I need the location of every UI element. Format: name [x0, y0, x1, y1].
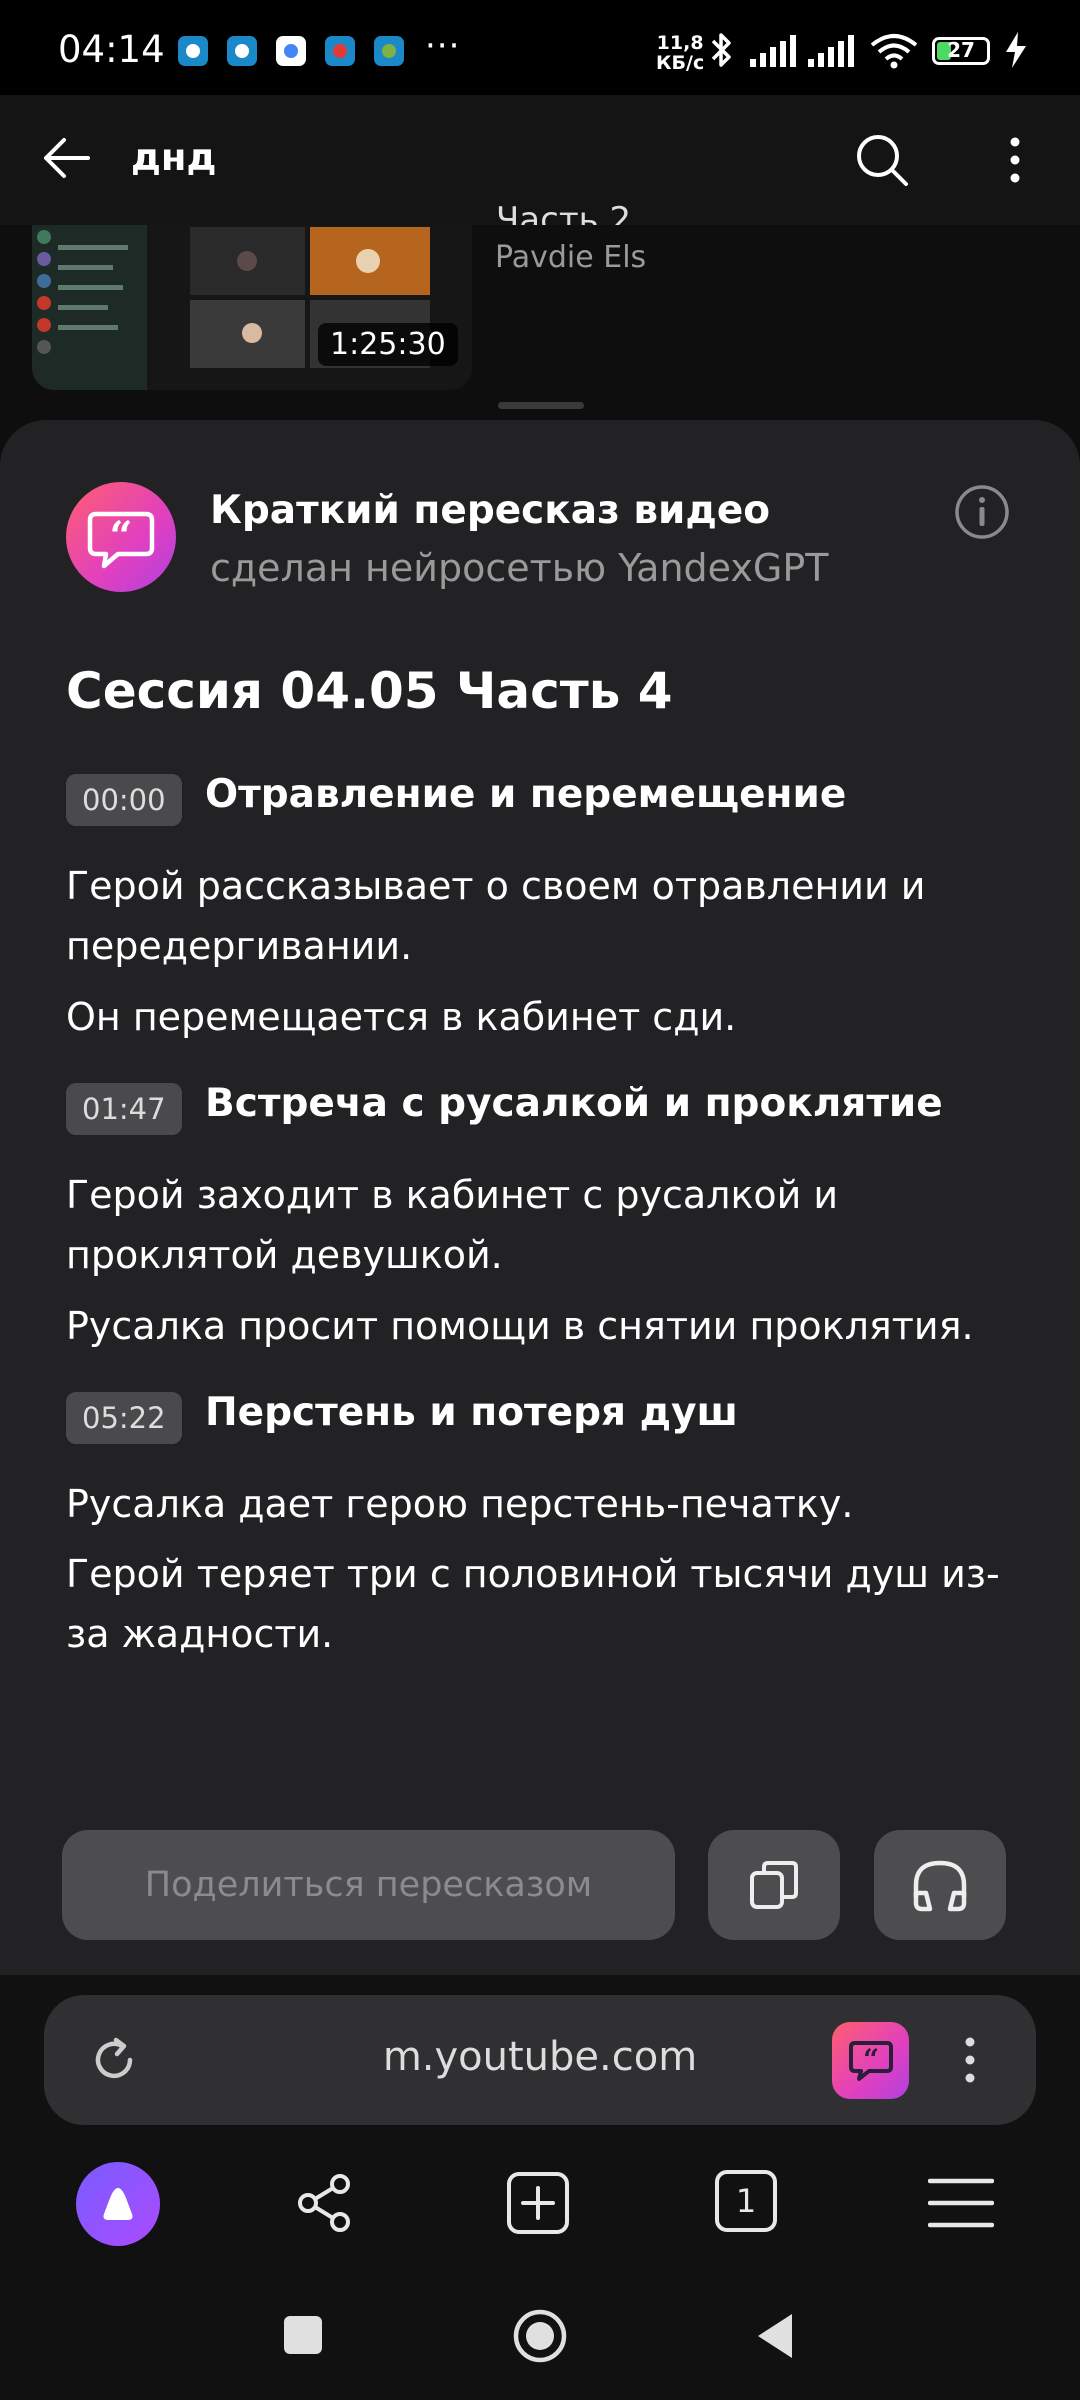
bluetooth-icon: [711, 33, 731, 67]
summary-subtitle: сделан нейросетью YandexGPT: [210, 546, 829, 590]
svg-text:“: “: [109, 513, 132, 560]
notification-chrome-icon: [276, 36, 306, 66]
chapter-title: Встреча с русалкой и проклятие: [205, 1081, 943, 1126]
more-vertical-icon[interactable]: [955, 2030, 985, 2090]
quote-bubble-icon: “: [87, 511, 155, 569]
listen-button[interactable]: [874, 1830, 1006, 1940]
recent-apps-button[interactable]: [284, 2316, 322, 2354]
wifi-icon: [870, 34, 918, 69]
notification-browser-icon: [374, 36, 404, 66]
chapter-timestamp[interactable]: 01:47: [66, 1083, 182, 1135]
more-notifications-indicator: ···: [425, 26, 461, 66]
copy-button[interactable]: [708, 1830, 840, 1940]
hamburger-menu-icon[interactable]: [928, 2175, 994, 2231]
chapter-point: Русалка дает герою перстень-печатку.: [66, 1482, 854, 1526]
share-summary-button[interactable]: Поделиться пересказом: [62, 1830, 675, 1940]
chapter-point: Он перемещается в кабинет сди.: [66, 995, 737, 1039]
alice-assistant-button[interactable]: [76, 2162, 160, 2246]
search-query[interactable]: днд: [131, 136, 216, 179]
chapter-point: Русалка просит помощи в снятии проклятия…: [66, 1304, 974, 1348]
home-button-icon[interactable]: [512, 2308, 568, 2364]
network-speed: 11,8 КБ/с: [656, 33, 704, 73]
alice-icon: [103, 2188, 133, 2220]
new-tab-icon[interactable]: [505, 2170, 571, 2236]
yandexgpt-summary-logo: “: [66, 482, 176, 592]
network-speed-value: 11,8: [656, 32, 704, 54]
chapter-point: Герой теряет три с половиной тысячи душ …: [66, 1552, 1000, 1656]
status-time: 04:14: [58, 28, 165, 71]
chapter-title: Перстень и потеря душ: [205, 1390, 738, 1435]
copy-icon: [750, 1861, 798, 1909]
video-title[interactable]: Часть 2: [496, 200, 631, 225]
notification-app-icon: [178, 36, 208, 66]
battery-icon: 27: [932, 37, 990, 65]
network-speed-unit: КБ/с: [656, 52, 705, 74]
sheet-drag-handle[interactable]: [498, 402, 584, 409]
tabs-count-button[interactable]: 1: [715, 2170, 777, 2232]
summary-title: Краткий пересказ видео: [210, 488, 771, 533]
chapter-timestamp[interactable]: 00:00: [66, 774, 182, 826]
battery-percent: 27: [947, 38, 975, 62]
chapter-timestamp[interactable]: 05:22: [66, 1392, 182, 1444]
chapter-title: Отравление и перемещение: [205, 772, 847, 817]
summary-video-title: Сессия 04.05 Часть 4: [66, 662, 673, 720]
charging-icon: [1006, 32, 1026, 68]
video-summary-button[interactable]: “: [832, 2022, 909, 2099]
notification-record-icon: [325, 36, 355, 66]
signal-strength-icon: [808, 35, 854, 67]
share-icon[interactable]: [292, 2170, 358, 2236]
quote-bubble-icon: “: [848, 2040, 893, 2081]
svg-text:“: “: [862, 2043, 878, 2076]
back-triangle-icon[interactable]: [752, 2310, 796, 2362]
video-channel[interactable]: Pavdie Els: [495, 240, 646, 275]
url-text[interactable]: m.youtube.com: [0, 2034, 1080, 2080]
info-icon[interactable]: [952, 482, 1012, 542]
more-vertical-icon[interactable]: [1000, 130, 1030, 190]
chapter-point: Герой рассказывает о своем отравлении и …: [66, 864, 926, 968]
notification-mail-icon: [227, 36, 257, 66]
signal-strength-icon: [750, 35, 796, 67]
search-icon[interactable]: [852, 130, 912, 190]
back-arrow-icon[interactable]: [38, 130, 94, 186]
headphones-icon: [913, 1860, 967, 1912]
video-duration: 1:25:30: [318, 323, 458, 366]
chapter-point: Герой заходит в кабинет с русалкой и про…: [66, 1173, 839, 1277]
